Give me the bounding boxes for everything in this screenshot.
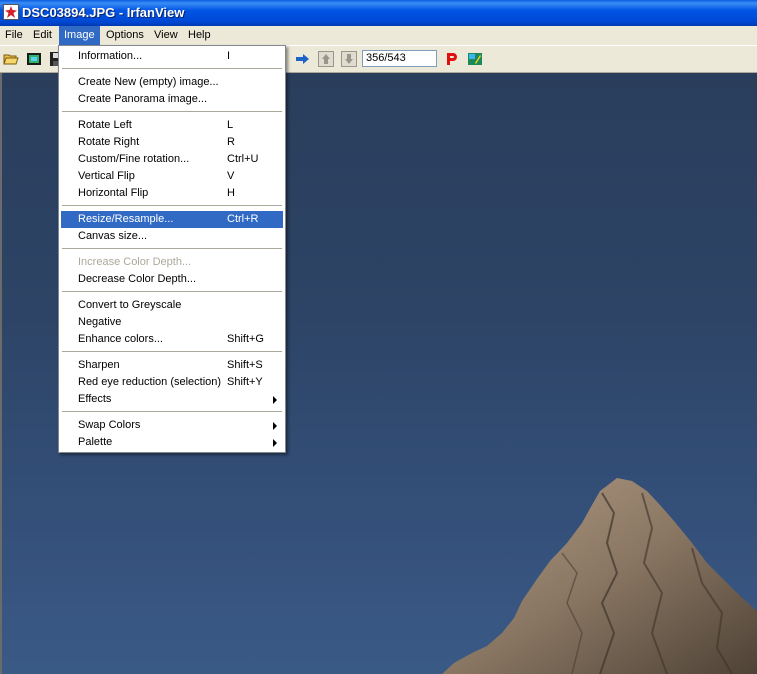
menu-item-shortcut: R	[227, 136, 235, 148]
paint-icon[interactable]	[467, 51, 483, 67]
menu-item-label: Rotate Left	[78, 119, 132, 131]
menu-separator	[62, 411, 282, 413]
menu-item-horizontal-flip[interactable]: Horizontal Flip H	[61, 185, 283, 202]
menu-item-shortcut: V	[227, 170, 235, 182]
menu-item-enhance-colors[interactable]: Enhance colors... Shift+G	[61, 331, 283, 348]
menu-bar: File Edit Image Options View Help	[0, 26, 757, 45]
title-bar: DSC03894.JPG - IrfanView	[0, 0, 757, 26]
menu-item-label: Custom/Fine rotation...	[78, 153, 190, 165]
menu-item-palette[interactable]: Palette	[61, 434, 283, 451]
menu-item-label: Negative	[78, 316, 122, 328]
menu-item-label: Red eye reduction (selection)	[78, 376, 222, 388]
menu-separator	[62, 111, 282, 113]
menu-item-resize-resample[interactable]: Resize/Resample... Ctrl+R	[61, 211, 283, 228]
menu-file[interactable]: File	[0, 26, 28, 45]
menu-item-label: Convert to Greyscale	[78, 299, 182, 311]
menu-item-rotate-right[interactable]: Rotate Right R	[61, 134, 283, 151]
menu-item-label: Decrease Color Depth...	[78, 273, 196, 285]
menu-item-sharpen[interactable]: Sharpen Shift+S	[61, 357, 283, 374]
menu-item-label: Sharpen	[78, 359, 120, 371]
menu-help[interactable]: Help	[183, 26, 216, 45]
open-folder-icon[interactable]	[3, 51, 19, 67]
menu-item-shortcut: Shift+G	[227, 333, 264, 345]
menu-item-increase-color-depth: Increase Color Depth...	[61, 254, 283, 271]
submenu-arrow-icon	[273, 439, 277, 447]
menu-item-custom-rotation[interactable]: Custom/Fine rotation... Ctrl+U	[61, 151, 283, 168]
menu-item-label: Horizontal Flip	[78, 187, 149, 199]
thumbnails-icon[interactable]	[26, 51, 42, 67]
next-arrow-icon[interactable]	[294, 51, 310, 67]
menu-item-label: Effects	[78, 393, 112, 405]
menu-options[interactable]: Options	[101, 26, 149, 45]
menu-item-shortcut: Ctrl+R	[227, 213, 259, 225]
image-counter-field[interactable]: 356/543	[362, 50, 437, 67]
menu-item-label: Swap Colors	[78, 419, 141, 431]
menu-separator	[62, 248, 282, 250]
menu-item-shortcut: Shift+S	[227, 359, 263, 371]
menu-item-label: Enhance colors...	[78, 333, 163, 345]
menu-item-create-new-image[interactable]: Create New (empty) image...	[61, 74, 283, 91]
menu-item-decrease-color-depth[interactable]: Decrease Color Depth...	[61, 271, 283, 288]
menu-item-shortcut: L	[227, 119, 234, 131]
menu-item-label: Rotate Right	[78, 136, 140, 148]
menu-item-canvas-size[interactable]: Canvas size...	[61, 228, 283, 245]
menu-separator	[62, 351, 282, 353]
window-title: DSC03894.JPG - IrfanView	[22, 5, 185, 20]
menu-item-shortcut: Shift+Y	[227, 376, 263, 388]
menu-item-label: Information...	[78, 50, 143, 62]
menu-item-shortcut: I	[227, 50, 231, 62]
menu-edit[interactable]: Edit	[28, 26, 57, 45]
irfanview-app-icon[interactable]	[3, 4, 19, 20]
menu-item-red-eye-reduction[interactable]: Red eye reduction (selection) Shift+Y	[61, 374, 283, 391]
menu-item-label: Palette	[78, 436, 113, 448]
submenu-arrow-icon	[273, 396, 277, 404]
submenu-arrow-icon	[273, 422, 277, 430]
menu-item-vertical-flip[interactable]: Vertical Flip V	[61, 168, 283, 185]
menu-item-label: Resize/Resample...	[78, 213, 174, 225]
move-up-icon[interactable]	[318, 51, 334, 67]
menu-item-label: Canvas size...	[78, 230, 148, 242]
menu-separator	[62, 291, 282, 293]
menu-item-label: Create New (empty) image...	[78, 76, 219, 88]
menu-item-label: Create Panorama image...	[78, 93, 208, 105]
menu-item-rotate-left[interactable]: Rotate Left L	[61, 117, 283, 134]
menu-item-shortcut: H	[227, 187, 235, 199]
menu-image[interactable]: Image	[59, 26, 100, 45]
menu-item-convert-greyscale[interactable]: Convert to Greyscale	[61, 297, 283, 314]
menu-separator	[62, 68, 282, 70]
menu-view[interactable]: View	[149, 26, 183, 45]
properties-p-icon[interactable]	[444, 51, 460, 67]
menu-item-shortcut: Ctrl+U	[227, 153, 259, 165]
image-menu-dropdown: Information... I Create New (empty) image…	[58, 45, 286, 453]
menu-item-label: Vertical Flip	[78, 170, 135, 182]
move-down-icon[interactable]	[341, 51, 357, 67]
menu-item-label: Increase Color Depth...	[78, 256, 192, 268]
menu-item-swap-colors[interactable]: Swap Colors	[61, 417, 283, 434]
menu-item-create-panorama[interactable]: Create Panorama image...	[61, 91, 283, 108]
menu-item-information[interactable]: Information... I	[61, 48, 283, 65]
menu-item-negative[interactable]: Negative	[61, 314, 283, 331]
menu-separator	[62, 205, 282, 207]
menu-item-effects[interactable]: Effects	[61, 391, 283, 408]
